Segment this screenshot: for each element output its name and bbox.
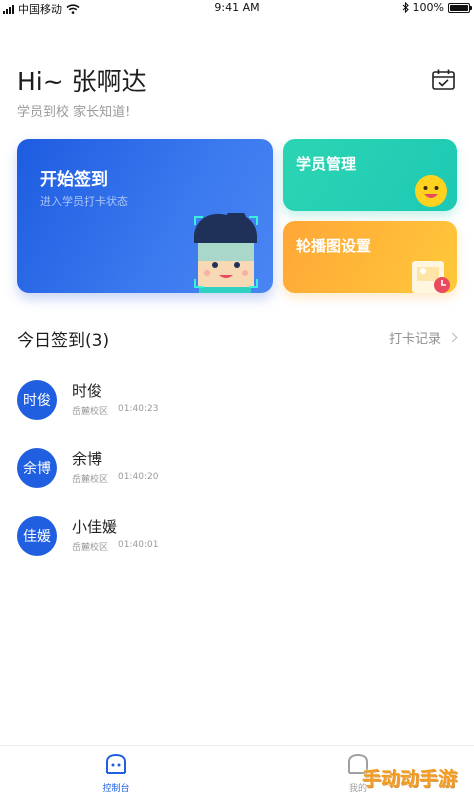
checkin-records-link[interactable]: 打卡记录 (388, 328, 458, 347)
record-name: 余博 (72, 450, 103, 468)
bluetooth-icon (402, 2, 409, 13)
checkin-card-subtitle: 进入学员打卡状态 (40, 195, 128, 208)
image-settings-icon (412, 261, 450, 293)
list-item[interactable]: 时俊 时俊 岳麓校区 01:40:23 (17, 380, 457, 422)
calendar-check-icon[interactable] (432, 69, 455, 90)
face-scan-illustration (194, 213, 258, 293)
record-name: 小佳媛 (72, 518, 118, 536)
record-campus: 岳麓校区 (72, 475, 109, 485)
student-management-card[interactable]: 学员管理 (283, 139, 457, 211)
checkin-records-label: 打卡记录 (388, 332, 441, 347)
list-item[interactable]: 余博 余博 岳麓校区 01:40:20 (17, 448, 457, 490)
record-time: 01:40:20 (118, 472, 159, 482)
avatar: 佳媛 (17, 516, 57, 556)
watermark-text: 手动动手游 (362, 768, 458, 790)
chevron-right-icon (447, 332, 458, 343)
status-right: 100% (402, 1, 472, 14)
record-time: 01:40:01 (118, 540, 159, 550)
record-meta: 岳麓校区 01:40:01 (72, 540, 158, 553)
avatar: 余博 (17, 448, 57, 488)
list-item[interactable]: 佳媛 小佳媛 岳麓校区 01:40:01 (17, 516, 457, 558)
student-management-title: 学员管理 (296, 155, 357, 173)
greeting-subtitle: 学员到校 家长知道! (17, 105, 131, 120)
greeting-title: Hi~ 张啊达 (17, 67, 147, 96)
battery-fill (450, 4, 468, 11)
record-meta: 岳麓校区 01:40:20 (72, 472, 158, 485)
carousel-settings-card[interactable]: 轮播图设置 (283, 221, 457, 293)
smiley-icon (415, 175, 447, 207)
battery-icon (448, 2, 472, 13)
battery-percent: 100% (412, 1, 444, 14)
record-meta: 岳麓校区 01:40:23 (72, 404, 158, 417)
tab-console[interactable]: 控制台 (86, 753, 146, 794)
tab-console-label: 控制台 (102, 784, 130, 794)
console-tab-icon (106, 753, 126, 774)
avatar: 时俊 (17, 380, 57, 420)
status-bar: 中国移动 9:41 AM 100% (0, 0, 474, 16)
today-checkin-title: 今日签到(3) (17, 331, 110, 351)
record-campus: 岳麓校区 (72, 407, 109, 417)
record-name: 时俊 (72, 382, 103, 400)
record-time: 01:40:23 (118, 404, 159, 414)
record-campus: 岳麓校区 (72, 543, 109, 553)
checkin-card[interactable]: 开始签到 进入学员打卡状态 (17, 139, 273, 293)
checkin-card-title: 开始签到 (40, 170, 108, 190)
carousel-settings-title: 轮播图设置 (296, 237, 372, 255)
